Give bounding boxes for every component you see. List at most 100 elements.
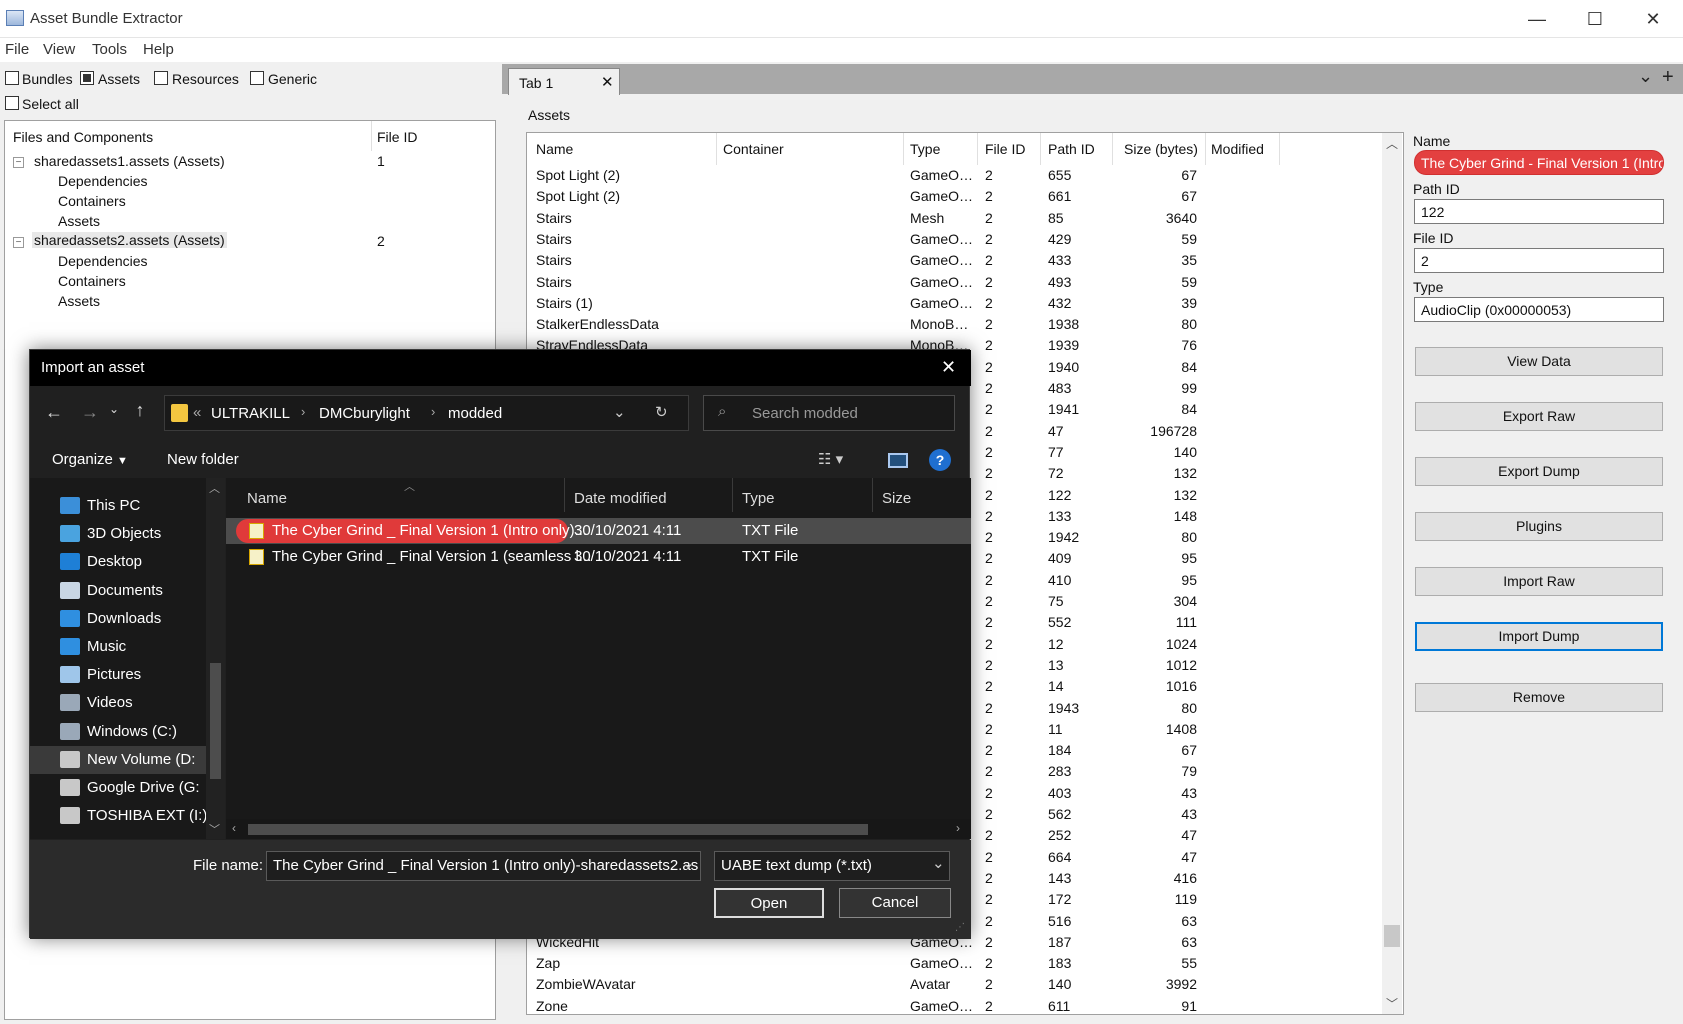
tree-item-dependencies[interactable]: Dependencies: [58, 253, 148, 269]
asset-row[interactable]: Stairs GameO… 2 429 59: [527, 229, 1403, 250]
col-size[interactable]: Size: [882, 490, 911, 507]
nav-scrollbar[interactable]: ︿ ﹀: [206, 478, 225, 839]
menu-tools[interactable]: Tools: [92, 41, 127, 58]
asset-row[interactable]: Stairs Mesh 2 85 3640: [527, 208, 1403, 229]
up-arrow-icon[interactable]: ↑: [128, 400, 152, 421]
organize-button[interactable]: Organize ▼: [52, 451, 128, 468]
plugins-button[interactable]: Plugins: [1415, 512, 1663, 541]
menu-help[interactable]: Help: [143, 41, 174, 58]
maximize-button[interactable]: ☐: [1566, 0, 1624, 38]
nav-item[interactable]: Downloads: [60, 605, 225, 633]
scroll-right-icon[interactable]: ›: [956, 821, 960, 835]
tab-close-icon[interactable]: ✕: [601, 73, 614, 91]
col-size[interactable]: Size (bytes): [1124, 141, 1198, 157]
view-options-icon[interactable]: ☷ ▾: [818, 450, 843, 468]
nav-item[interactable]: 3D Objects: [60, 520, 225, 548]
address-bar[interactable]: « ULTRAKILL › DMCburylight › modded ⌄ ↻: [164, 395, 689, 431]
scroll-up-icon[interactable]: ︿: [209, 480, 220, 496]
tree-item-containers[interactable]: Containers: [58, 273, 126, 289]
tab-dropdown-icon[interactable]: ⌄: [1638, 66, 1653, 87]
filetype-dropdown-icon[interactable]: ⌄: [932, 854, 945, 872]
tree-item-dependencies[interactable]: Dependencies: [58, 173, 148, 189]
col-type[interactable]: Type: [910, 141, 940, 157]
asset-row[interactable]: Stairs (1) GameO… 2 432 39: [527, 293, 1403, 314]
add-tab-icon[interactable]: +: [1662, 66, 1674, 89]
export-dump-button[interactable]: Export Dump: [1415, 457, 1663, 486]
scroll-down-icon[interactable]: ﹀: [209, 821, 220, 837]
asset-list-scrollbar[interactable]: ︿ ﹀: [1382, 133, 1402, 1014]
nav-item[interactable]: Desktop: [60, 548, 225, 576]
close-window-button[interactable]: ✕: [1624, 0, 1682, 38]
expand-icon[interactable]: −: [13, 237, 24, 248]
col-name[interactable]: Name: [247, 490, 287, 507]
address-dropdown-icon[interactable]: ⌄: [613, 403, 626, 421]
nav-item[interactable]: Videos: [60, 689, 225, 717]
dialog-close-icon[interactable]: ✕: [941, 357, 956, 378]
bundles-checkbox[interactable]: [5, 71, 19, 85]
recent-chevron-icon[interactable]: ⌄: [106, 402, 122, 416]
refresh-icon[interactable]: ↻: [655, 403, 668, 421]
filename-input[interactable]: The Cyber Grind _ Final Version 1 (Intro…: [266, 851, 701, 881]
minimize-button[interactable]: —: [1508, 0, 1566, 38]
tree-item-assets[interactable]: Assets: [58, 293, 100, 309]
nav-item[interactable]: Music: [60, 633, 225, 661]
menu-file[interactable]: File: [5, 41, 29, 58]
tab-1[interactable]: Tab 1 ✕: [508, 68, 620, 95]
col-container[interactable]: Container: [723, 141, 784, 157]
scroll-left-icon[interactable]: ‹: [232, 821, 236, 835]
hscroll-thumb[interactable]: [248, 824, 868, 835]
menu-view[interactable]: View: [43, 41, 75, 58]
view-data-button[interactable]: View Data: [1415, 347, 1663, 376]
cancel-button[interactable]: Cancel: [839, 888, 951, 918]
search-box[interactable]: ⌕ Search modded: [703, 395, 955, 431]
asset-row[interactable]: Spot Light (2) GameO… 2 661 67: [527, 186, 1403, 207]
breadcrumb-dmcburylight[interactable]: DMCburylight: [319, 405, 410, 422]
asset-row[interactable]: Spot Light (2) GameO… 2 655 67: [527, 165, 1403, 186]
asset-row[interactable]: Zap GameO… 2 183 55: [527, 953, 1403, 974]
back-arrow-icon[interactable]: ←: [42, 402, 66, 423]
col-date-modified[interactable]: Date modified: [574, 490, 667, 507]
scroll-up-icon[interactable]: ︿: [1386, 135, 1398, 152]
scroll-down-icon[interactable]: ﹀: [1386, 995, 1398, 1012]
filetype-select[interactable]: UABE text dump (*.txt): [714, 851, 950, 881]
scroll-thumb[interactable]: [1384, 925, 1400, 947]
overflow-icon[interactable]: «: [193, 404, 201, 421]
select-all-checkbox[interactable]: [5, 96, 19, 110]
assets-checkbox[interactable]: [80, 71, 94, 85]
pathid-field[interactable]: 122: [1414, 199, 1664, 224]
col-name[interactable]: Name: [536, 141, 573, 157]
asset-row[interactable]: StalkerEndlessData MonoB… 2 1938 80: [527, 314, 1403, 335]
new-folder-button[interactable]: New folder: [167, 451, 239, 468]
file-row[interactable]: The Cyber Grind _ Final Version 1 (seaml…: [226, 544, 971, 570]
file-list[interactable]: ︿ Name Date modified Type Size The Cyber…: [226, 478, 971, 839]
nav-item[interactable]: New Volume (D:: [30, 745, 206, 774]
file-row-selected[interactable]: The Cyber Grind _ Final Version 1 (Intro…: [226, 518, 971, 544]
col-fileid[interactable]: File ID: [985, 141, 1025, 157]
breadcrumb-ultrakill[interactable]: ULTRAKILL: [211, 405, 290, 422]
col-modified[interactable]: Modified: [1211, 141, 1264, 157]
open-button[interactable]: Open: [714, 888, 824, 918]
navigation-pane[interactable]: This PC 3D Objects Desktop Documents Downloa…: [30, 478, 225, 839]
asset-row[interactable]: ZombieWAvatar Avatar 2 140 3992: [527, 974, 1403, 995]
resize-grip-icon[interactable]: ⋰: [955, 922, 965, 933]
forward-arrow-icon[interactable]: →: [78, 402, 102, 423]
nav-item[interactable]: This PC: [60, 492, 225, 520]
export-raw-button[interactable]: Export Raw: [1415, 402, 1663, 431]
remove-button[interactable]: Remove: [1415, 683, 1663, 712]
col-pathid[interactable]: Path ID: [1048, 141, 1095, 157]
import-raw-button[interactable]: Import Raw: [1415, 567, 1663, 596]
filename-dropdown-icon[interactable]: ⌄: [682, 854, 695, 872]
nav-item[interactable]: Google Drive (G:: [60, 774, 225, 802]
nav-item[interactable]: Pictures: [60, 661, 225, 689]
tree-item-sharedassets1[interactable]: sharedassets1.assets (Assets): [34, 153, 225, 169]
generic-checkbox[interactable]: [250, 71, 264, 85]
name-field[interactable]: The Cyber Grind - Final Version 1 (Intro: [1414, 150, 1664, 175]
type-field[interactable]: AudioClip (0x00000053): [1414, 297, 1664, 322]
nav-scroll-thumb[interactable]: [210, 663, 221, 779]
help-icon[interactable]: ?: [929, 449, 951, 471]
preview-pane-icon[interactable]: [888, 453, 908, 468]
breadcrumb-modded[interactable]: modded: [448, 405, 502, 422]
nav-item[interactable]: Documents: [60, 577, 225, 605]
asset-row[interactable]: Stairs GameO… 2 433 35: [527, 250, 1403, 271]
file-list-hscrollbar[interactable]: ‹ ›: [226, 819, 971, 839]
